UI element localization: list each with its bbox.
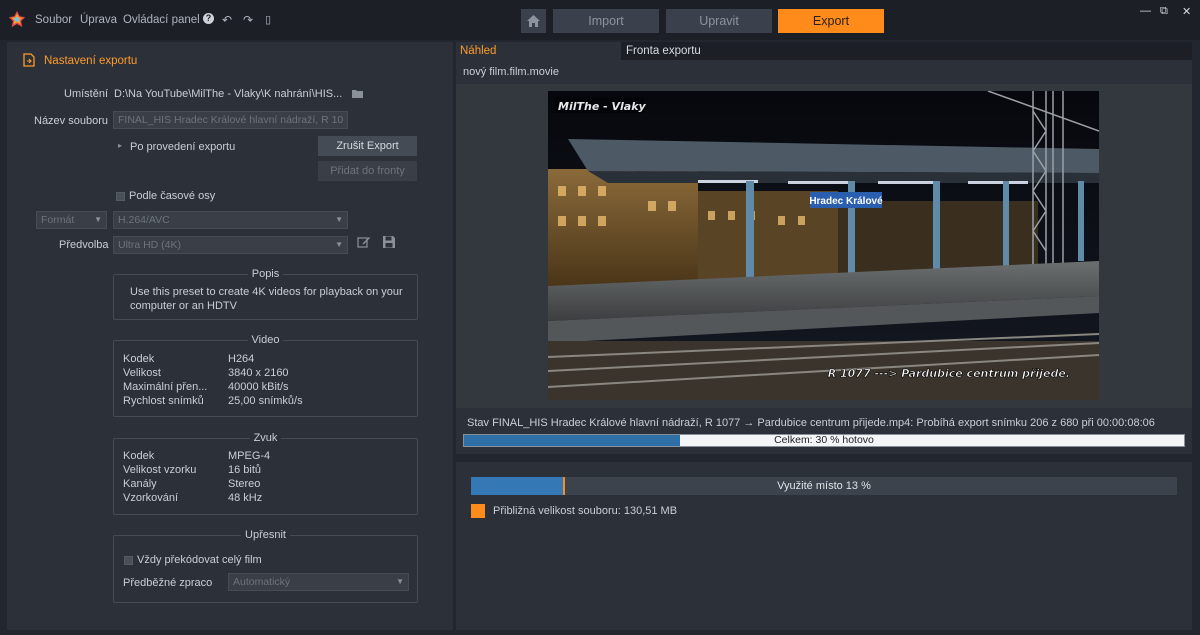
edit-button[interactable]: Upravit <box>666 9 772 33</box>
prerender-value: Automatický <box>233 576 291 588</box>
audio-channels-value: Stereo <box>228 478 261 490</box>
video-codec-value: H264 <box>228 353 255 365</box>
status-text: Stav FINAL_HIS Hradec Králové hlavní nád… <box>467 417 1155 429</box>
home-icon <box>527 15 540 27</box>
timeline-checkbox[interactable] <box>116 192 125 201</box>
undo-icon[interactable]: ↶ <box>222 13 232 27</box>
video-group: Video Kodek H264 Velikost 3840 x 2160 Ma… <box>113 334 418 417</box>
video-preview: Hradec Králové MilThe - Vlaky R 1077 ---… <box>548 91 1099 400</box>
estimated-size-text: Přibližná velikost souboru: 130,51 MB <box>493 505 678 517</box>
export-settings-icon <box>23 53 35 67</box>
pinnacle-studio-window: Soubor Úprava Ovládací panel ? ↶ ↷ ▯ Imp… <box>0 0 1200 635</box>
video-bitrate-value: 40000 kBit/s <box>228 381 289 393</box>
audio-title: Zvuk <box>249 432 282 444</box>
export-status: Stav FINAL_HIS Hradec Králové hlavní nád… <box>456 408 1192 454</box>
expand-arrow-icon[interactable]: ▸ <box>118 141 122 150</box>
video-framerate-label: Rychlost snímků <box>123 395 204 407</box>
location-label: Umístění <box>64 88 109 100</box>
location-value: D:\Na YouTube\MilThe - Vlaky\K nahrání\H… <box>114 88 343 100</box>
video-bitrate-label: Maximální přen... <box>123 381 208 393</box>
filename-label: Název souboru <box>34 115 108 127</box>
export-settings-panel: Nastavení exportu Umístění D:\Na YouTube… <box>7 42 453 630</box>
codec-value: H.264/AVC <box>118 214 170 226</box>
audio-codec-value: MPEG-4 <box>228 450 271 462</box>
always-transcode-checkbox[interactable] <box>124 556 133 565</box>
description-title: Popis <box>247 268 284 280</box>
codec-select[interactable]: H.264/AVC ▼ <box>113 211 348 229</box>
export-progress-label: Celkem: 30 % hotovo <box>774 434 874 446</box>
chevron-down-icon: ▼ <box>396 577 404 586</box>
watermark-text: MilThe - Vlaky <box>558 100 647 113</box>
help-icon[interactable]: ? <box>203 13 214 24</box>
restore-icon[interactable]: ⧉ <box>1160 5 1168 18</box>
video-codec-label: Kodek <box>123 353 155 365</box>
refine-group: Upřesnit Vždy překódovat celý film Předb… <box>113 529 418 603</box>
tab-preview[interactable]: Náhled <box>456 42 621 60</box>
video-frame-image: Hradec Králové MilThe - Vlaky R 1077 ---… <box>548 91 1099 400</box>
disk-usage-bar: Využité místo 13 % <box>471 477 1177 495</box>
document-icon[interactable]: ▯ <box>265 13 271 26</box>
export-progress-bar: Celkem: 30 % hotovo <box>463 434 1185 447</box>
preset-label: Předvolba <box>59 239 109 251</box>
video-size-value: 3840 x 2160 <box>228 367 289 379</box>
format-label: Formát <box>41 214 75 226</box>
import-button[interactable]: Import <box>553 9 659 33</box>
minimize-icon[interactable]: — <box>1140 5 1151 17</box>
size-legend-swatch <box>471 504 485 518</box>
preview-panel: nový film.film.movie Hradec Králové MilT… <box>456 60 1192 454</box>
chevron-down-icon: ▼ <box>335 215 343 224</box>
audio-channels-label: Kanály <box>123 478 157 490</box>
menu-file[interactable]: Soubor <box>35 14 72 26</box>
menu-edit[interactable]: Úprava <box>80 14 117 26</box>
close-icon[interactable]: ✕ <box>1182 5 1191 18</box>
always-transcode-label: Vždy překódovat celý film <box>137 554 262 566</box>
audio-samplerate-label: Vzorkování <box>123 492 179 504</box>
caption-text: R 1077 ---> Pardubice centrum přijede. <box>828 367 1070 380</box>
folder-icon[interactable] <box>352 89 364 99</box>
timeline-label: Podle časové osy <box>129 190 216 202</box>
chevron-down-icon: ▼ <box>335 240 343 249</box>
disk-usage-label: Využité místo 13 % <box>777 480 871 492</box>
edit-preset-icon[interactable] <box>357 235 371 249</box>
filename-input[interactable]: FINAL_HIS Hradec Králové hlavní nádraží,… <box>113 111 348 129</box>
description-text: Use this preset to create 4K videos for … <box>130 286 403 312</box>
preview-tabs: Náhled Fronta exportu <box>456 42 1192 60</box>
audio-samplerate-value: 48 kHz <box>228 492 263 504</box>
station-sign-text: Hradec Králové <box>809 196 883 207</box>
app-logo-icon <box>8 10 26 28</box>
title-bar: Soubor Úprava Ovládací panel ? ↶ ↷ ▯ Imp… <box>0 0 1200 40</box>
format-select[interactable]: Formát ▼ <box>36 211 107 229</box>
movie-title: nový film.film.movie <box>463 66 559 78</box>
audio-codec-label: Kodek <box>123 450 155 462</box>
export-button[interactable]: Export <box>778 9 884 33</box>
audio-sample-size-value: 16 bitů <box>228 464 262 476</box>
video-size-label: Velikost <box>123 367 161 379</box>
export-settings-title: Nastavení exportu <box>44 55 138 67</box>
home-button[interactable] <box>521 9 546 33</box>
chevron-down-icon: ▼ <box>94 215 102 224</box>
preset-value: Ultra HD (4K) <box>118 239 182 251</box>
save-preset-icon[interactable] <box>382 235 396 249</box>
menu-control-panel[interactable]: Ovládací panel <box>123 14 200 26</box>
video-framerate-value: 25,00 snímků/s <box>228 395 303 407</box>
prerender-label: Předběžné zpraco <box>123 577 213 589</box>
after-export-label[interactable]: Po provedení exportu <box>130 141 235 153</box>
disk-usage-panel: Využité místo 13 % Přibližná velikost so… <box>456 462 1192 630</box>
prerender-select[interactable]: Automatický ▼ <box>228 573 409 591</box>
preset-select[interactable]: Ultra HD (4K) ▼ <box>113 236 348 254</box>
preview-area: Hradec Králové MilThe - Vlaky R 1077 ---… <box>456 84 1192 408</box>
video-title: Video <box>247 334 284 346</box>
description-group: Popis Use this preset to create 4K video… <box>113 268 418 320</box>
cancel-export-button[interactable]: Zrušit Export <box>318 136 417 156</box>
audio-group: Zvuk Kodek MPEG-4 Velikost vzorku 16 bit… <box>113 432 418 515</box>
refine-title: Upřesnit <box>241 529 290 541</box>
audio-sample-size-label: Velikost vzorku <box>123 464 197 476</box>
redo-icon[interactable]: ↷ <box>243 13 253 27</box>
tab-export-queue[interactable]: Fronta exportu <box>621 42 1192 60</box>
add-to-queue-button[interactable]: Přidat do fronty <box>318 161 417 181</box>
